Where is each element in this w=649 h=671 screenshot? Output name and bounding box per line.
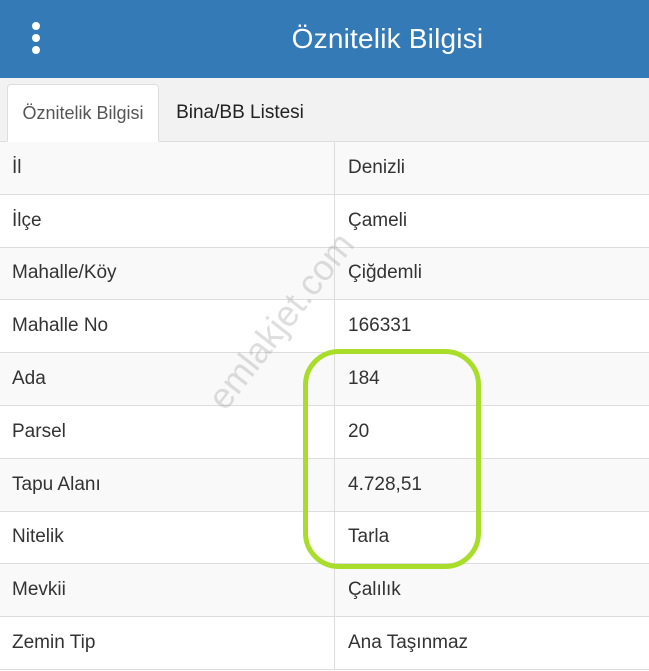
table-row-parsel: Parsel 20 xyxy=(0,405,649,459)
table-row-il: İl Denizli xyxy=(0,142,649,195)
row-value: Tarla xyxy=(348,526,390,548)
table-row-nitelik: Nitelik Tarla xyxy=(0,511,649,565)
row-label: Ada xyxy=(0,353,335,405)
table-row-tapu-alani: Tapu Alanı 4.728,51 xyxy=(0,458,649,512)
row-value: Çameli xyxy=(348,209,408,231)
row-label: İl xyxy=(0,142,335,194)
tab-bar: Öznitelik Bilgisi Bina/BB Listesi xyxy=(0,78,649,142)
table-row-mevkii: Mevkii Çalılık xyxy=(0,564,649,618)
table-row-mahalle-no: Mahalle No 166331 xyxy=(0,300,649,354)
table-row-ilce: İlçe Çameli xyxy=(0,194,649,248)
more-vertical-icon[interactable] xyxy=(22,20,50,56)
row-value: 4.728,51 xyxy=(348,473,422,495)
page-title: Öznitelik Bilgisi xyxy=(291,23,484,54)
row-value: 20 xyxy=(348,420,370,442)
tab-bina-bb-listesi[interactable]: Bina/BB Listesi xyxy=(160,84,320,142)
row-label: Zemin Tip xyxy=(0,617,335,669)
row-label: İlçe xyxy=(0,194,335,247)
row-label: Parsel xyxy=(0,405,335,458)
table-row-mahalle-koy: Mahalle/Köy Çiğdemli xyxy=(0,247,649,301)
tab-oznitelik-bilgisi[interactable]: Öznitelik Bilgisi xyxy=(7,84,159,142)
row-label: Nitelik xyxy=(0,511,335,564)
row-label: Mahalle No xyxy=(0,300,335,353)
row-label: Tapu Alanı xyxy=(0,458,335,511)
attribute-table: İl Denizli İlçe Çameli Mahalle/Köy Çiğde… xyxy=(0,142,649,670)
row-value: 184 xyxy=(348,368,380,390)
row-label: Mahalle/Köy xyxy=(0,247,335,300)
app-header: Öznitelik Bilgisi xyxy=(0,0,649,78)
row-label: Mevkii xyxy=(0,564,335,617)
row-value: Denizli xyxy=(348,156,406,178)
row-value: Çiğdemli xyxy=(348,262,422,284)
page: Öznitelik Bilgisi Öznitelik Bilgisi Bina… xyxy=(0,0,649,671)
row-value: Ana Taşınmaz xyxy=(348,632,469,654)
row-value: Çalılık xyxy=(348,579,401,601)
table-row-zemin-tip: Zemin Tip Ana Taşınmaz xyxy=(0,617,649,670)
row-value: 166331 xyxy=(348,315,412,337)
table-row-ada: Ada 184 xyxy=(0,353,649,406)
